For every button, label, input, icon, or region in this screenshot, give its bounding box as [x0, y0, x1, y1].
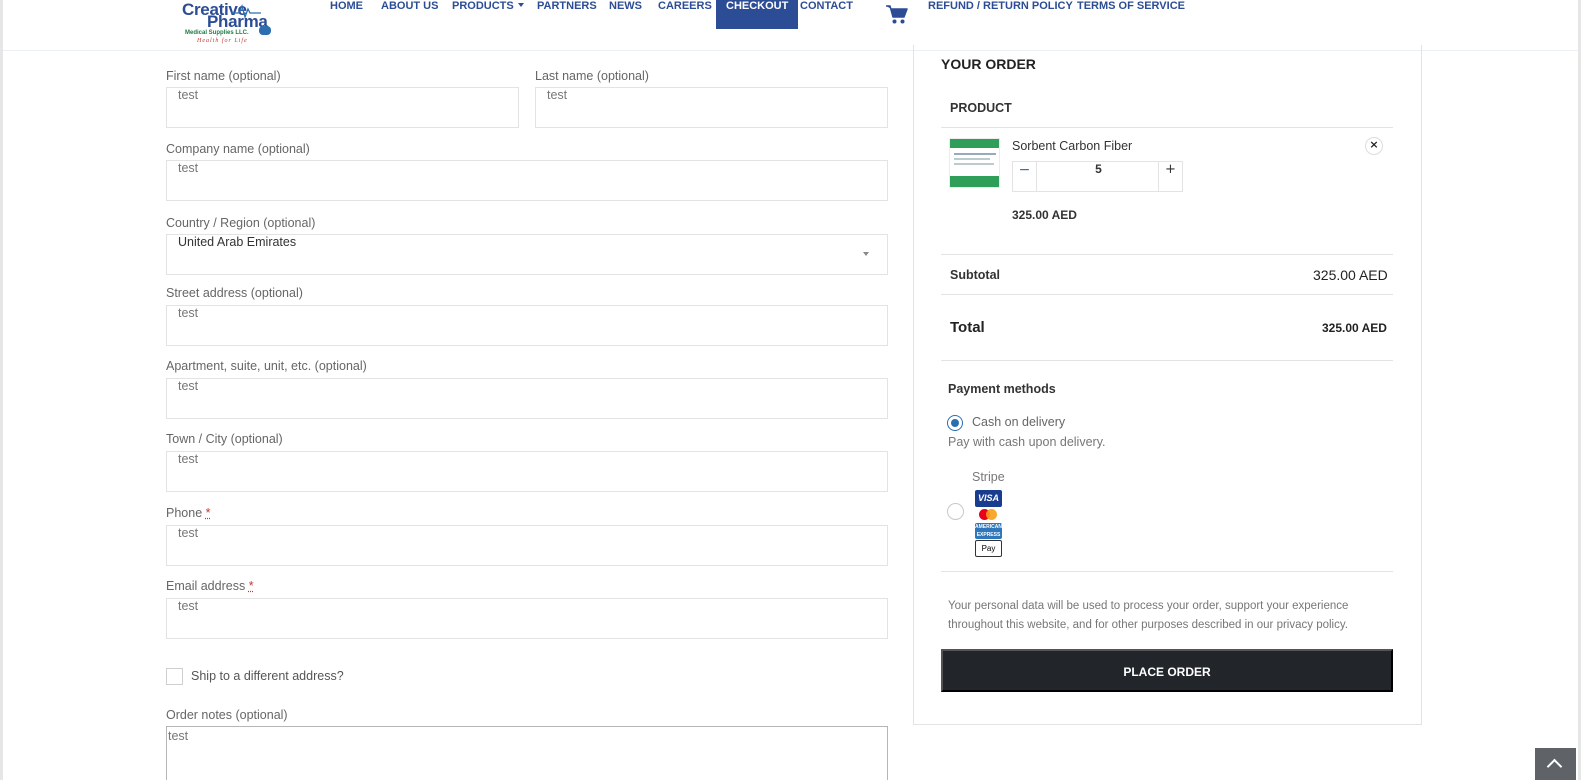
divider [941, 294, 1393, 295]
nav-refund-policy[interactable]: REFUND / RETURN POLICY [928, 0, 1073, 29]
divider [941, 127, 1393, 128]
company-field[interactable]: test [166, 160, 888, 201]
required-mark: * [205, 506, 211, 520]
site-header: Creative Pharma Medical Supplies LLC. He… [3, 0, 1578, 51]
mastercard-icon [975, 507, 1002, 522]
page-frame-left [0, 0, 3, 780]
cash-on-delivery-description: Pay with cash upon delivery. [948, 435, 1106, 449]
quantity-stepper: − 5 + [1012, 161, 1183, 192]
city-field[interactable]: test [166, 451, 888, 492]
product-thumbnail[interactable] [949, 138, 1000, 188]
nav-partners[interactable]: PARTNERS [537, 0, 597, 29]
phone-label-text: Phone [166, 506, 203, 520]
privacy-notice-line-2: throughout this website, and for other p… [948, 619, 1348, 631]
logo-tagline: Health for Life [197, 38, 248, 44]
ship-different-checkbox[interactable] [166, 668, 183, 685]
cash-on-delivery-label[interactable]: Cash on delivery [972, 415, 1065, 429]
quantity-increase-button[interactable]: + [1158, 162, 1182, 191]
nav-home[interactable]: HOME [330, 0, 363, 29]
subtotal-label: Subtotal [950, 268, 1000, 282]
nav-checkout[interactable]: CHECKOUT [716, 0, 799, 29]
logo-line-3: Medical Supplies LLC. [185, 30, 249, 36]
apple-pay-label: Pay [981, 544, 996, 553]
quantity-input[interactable]: 5 [1037, 162, 1160, 191]
payment-methods-title: Payment methods [948, 382, 1056, 396]
amex-card-icon: AMERICAN EXPRESS [975, 523, 1002, 539]
divider [941, 571, 1393, 572]
first-name-field[interactable]: test [166, 87, 519, 128]
item-price: 325.00 AED [1012, 208, 1077, 222]
subtotal-value: 325.00 AED [1313, 267, 1388, 283]
nav-products-label: PRODUCTS [452, 0, 514, 12]
email-label: Email address * [166, 579, 254, 593]
nav-careers[interactable]: CAREERS [658, 0, 712, 29]
total-value: 325.00 AED [1322, 321, 1387, 335]
company-logo[interactable]: Creative Pharma Medical Supplies LLC. He… [179, 0, 279, 46]
product-name[interactable]: Sorbent Carbon Fiber [1012, 139, 1132, 153]
nav-products[interactable]: PRODUCTS [452, 0, 524, 29]
order-notes-textarea[interactable]: test [166, 726, 888, 780]
dropdown-arrow-icon [863, 252, 869, 256]
shopping-cart-icon[interactable] [886, 5, 908, 30]
email-field[interactable]: test [166, 598, 888, 639]
order-title: YOUR ORDER [941, 56, 1036, 72]
privacy-notice-line-1: Your personal data will be used to proce… [948, 600, 1349, 612]
street-label: Street address (optional) [166, 286, 303, 300]
stripe-label[interactable]: Stripe [972, 470, 1005, 484]
chevron-down-icon [517, 3, 524, 8]
capsule-icon [259, 26, 271, 35]
phone-field[interactable]: test [166, 525, 888, 566]
divider [941, 360, 1393, 361]
quantity-decrease-button[interactable]: − [1013, 162, 1037, 191]
total-label: Total [950, 319, 985, 336]
remove-item-button[interactable]: × [1365, 137, 1383, 155]
divider [941, 254, 1393, 255]
country-select-value: United Arab Emirates [178, 235, 297, 249]
nav-terms-of-service[interactable]: TERMS OF SERVICE [1077, 0, 1185, 29]
street-field[interactable]: test [166, 305, 888, 346]
first-name-label: First name (optional) [166, 69, 281, 83]
visa-card-icon: VISA [975, 490, 1002, 507]
nav-about-us[interactable]: ABOUT US [381, 0, 438, 29]
city-label: Town / City (optional) [166, 432, 283, 446]
country-select[interactable]: United Arab Emirates [166, 234, 888, 275]
apple-pay-icon: Pay [975, 540, 1002, 557]
apartment-field[interactable]: test [166, 378, 888, 419]
stripe-radio[interactable] [947, 503, 964, 520]
apartment-label: Apartment, suite, unit, etc. (optional) [166, 359, 367, 373]
last-name-label: Last name (optional) [535, 69, 649, 83]
nav-contact[interactable]: CONTACT [800, 0, 853, 29]
nav-news[interactable]: NEWS [609, 0, 642, 29]
cash-on-delivery-radio[interactable] [947, 415, 963, 431]
phone-label: Phone * [166, 506, 211, 520]
company-label: Company name (optional) [166, 142, 310, 156]
order-notes-label: Order notes (optional) [166, 708, 288, 722]
place-order-button[interactable]: PLACE ORDER [941, 649, 1393, 692]
country-label: Country / Region (optional) [166, 216, 316, 230]
email-label-text: Email address [166, 579, 246, 593]
product-column-header: PRODUCT [950, 101, 1012, 115]
ship-different-label[interactable]: Ship to a different address? [191, 669, 344, 683]
scroll-to-top-button[interactable] [1535, 748, 1576, 780]
required-mark: * [248, 579, 254, 593]
last-name-field[interactable]: test [535, 87, 888, 128]
